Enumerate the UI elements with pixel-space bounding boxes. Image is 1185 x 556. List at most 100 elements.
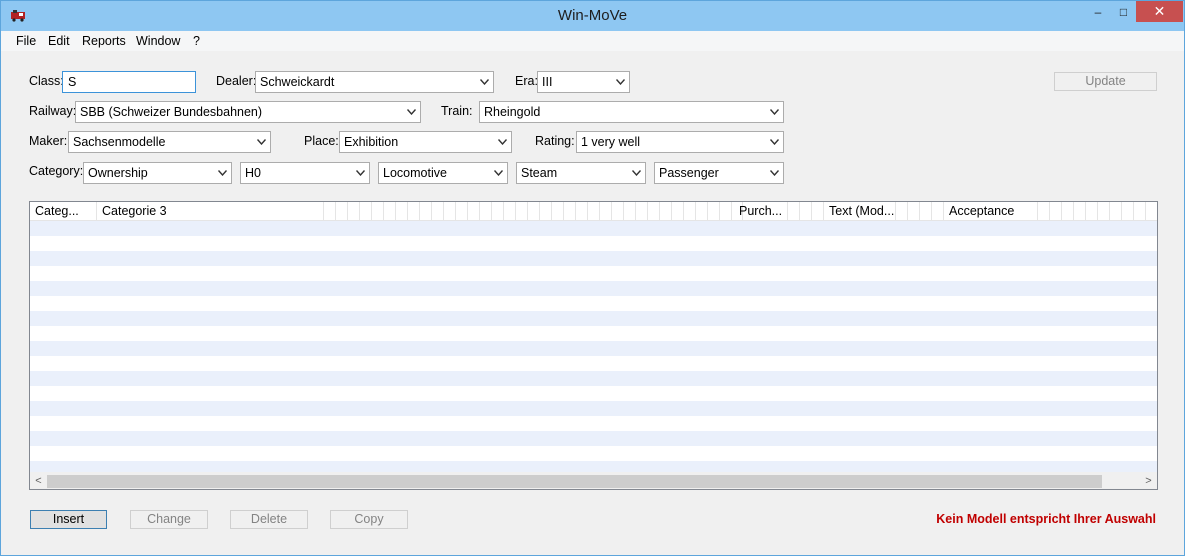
column-header-text-mod[interactable]: Text (Mod... <box>824 202 896 221</box>
minimize-button[interactable]: – <box>1085 1 1111 22</box>
chevron-down-icon <box>494 170 503 176</box>
column-header[interactable] <box>660 202 672 221</box>
column-header[interactable] <box>516 202 528 221</box>
scrollbar-thumb[interactable] <box>47 475 1102 488</box>
column-header[interactable] <box>1086 202 1098 221</box>
column-header[interactable] <box>788 202 800 221</box>
column-header-purch[interactable]: Purch... <box>734 202 788 221</box>
railway-select[interactable]: SBB (Schweizer Bundesbahnen) <box>75 101 421 123</box>
table-row[interactable] <box>30 311 1157 326</box>
table-row[interactable] <box>30 371 1157 386</box>
column-header[interactable] <box>708 202 720 221</box>
column-header[interactable] <box>480 202 492 221</box>
menu-edit[interactable]: Edit <box>48 34 70 48</box>
column-header-categ[interactable]: Categ... <box>30 202 97 221</box>
category-select-5[interactable]: Passenger <box>654 162 784 184</box>
column-header[interactable] <box>908 202 920 221</box>
column-header[interactable] <box>576 202 588 221</box>
menu-window[interactable]: Window <box>136 34 180 48</box>
column-header[interactable] <box>1074 202 1086 221</box>
column-header[interactable] <box>384 202 396 221</box>
column-header[interactable] <box>456 202 468 221</box>
column-header[interactable] <box>932 202 944 221</box>
column-header[interactable] <box>492 202 504 221</box>
rating-select[interactable]: 1 very well <box>576 131 784 153</box>
column-header[interactable] <box>1050 202 1062 221</box>
column-header[interactable] <box>528 202 540 221</box>
class-input[interactable]: S <box>62 71 196 93</box>
menu-help[interactable]: ? <box>193 34 200 48</box>
dealer-select[interactable]: Schweickardt <box>255 71 494 93</box>
column-header[interactable] <box>360 202 372 221</box>
column-header[interactable] <box>588 202 600 221</box>
column-header[interactable] <box>600 202 612 221</box>
column-header[interactable] <box>336 202 348 221</box>
column-header-categorie-3[interactable]: Categorie 3 <box>97 202 324 221</box>
column-header[interactable] <box>348 202 360 221</box>
column-header[interactable] <box>468 202 480 221</box>
column-header[interactable] <box>636 202 648 221</box>
place-select[interactable]: Exhibition <box>339 131 512 153</box>
category-select-3[interactable]: Locomotive <box>378 162 508 184</box>
column-header[interactable] <box>432 202 444 221</box>
category-select-2[interactable]: H0 <box>240 162 370 184</box>
title-bar[interactable]: Win-MoVe – □ ✕ <box>1 1 1184 31</box>
column-header[interactable] <box>720 202 732 221</box>
category-select-4[interactable]: Steam <box>516 162 646 184</box>
category-value-2: H0 <box>245 166 261 180</box>
close-button[interactable]: ✕ <box>1136 1 1183 22</box>
column-header[interactable] <box>396 202 408 221</box>
menu-reports[interactable]: Reports <box>82 34 126 48</box>
column-header[interactable] <box>1134 202 1146 221</box>
column-header-acceptance[interactable]: Acceptance <box>944 202 1038 221</box>
column-header[interactable] <box>444 202 456 221</box>
column-header[interactable] <box>896 202 908 221</box>
maker-select[interactable]: Sachsenmodelle <box>68 131 271 153</box>
maximize-button[interactable]: □ <box>1111 1 1136 22</box>
column-header[interactable] <box>624 202 636 221</box>
column-header[interactable] <box>504 202 516 221</box>
column-header[interactable] <box>1098 202 1110 221</box>
column-header[interactable] <box>1062 202 1074 221</box>
column-header[interactable] <box>812 202 824 221</box>
menu-file[interactable]: File <box>16 34 36 48</box>
table-row[interactable] <box>30 401 1157 416</box>
column-header[interactable] <box>564 202 576 221</box>
column-header[interactable] <box>1146 202 1157 221</box>
table-row[interactable] <box>30 251 1157 266</box>
table-row[interactable] <box>30 341 1157 356</box>
table-row[interactable] <box>30 221 1157 236</box>
table-row[interactable] <box>30 431 1157 446</box>
column-header[interactable] <box>612 202 624 221</box>
column-header[interactable] <box>920 202 932 221</box>
models-table[interactable]: Categ... Categorie 3 Purch... Text (Mod.… <box>29 201 1158 490</box>
era-select[interactable]: III <box>537 71 630 93</box>
column-header[interactable] <box>324 202 336 221</box>
category-label: Category: <box>29 164 84 178</box>
column-header[interactable] <box>420 202 432 221</box>
copy-button[interactable]: Copy <box>330 510 408 529</box>
scroll-left-icon[interactable]: < <box>30 474 47 489</box>
horizontal-scrollbar[interactable]: < > <box>30 472 1157 489</box>
update-button[interactable]: Update <box>1054 72 1157 91</box>
column-header[interactable] <box>540 202 552 221</box>
insert-button[interactable]: Insert <box>30 510 107 529</box>
column-header[interactable] <box>408 202 420 221</box>
delete-button[interactable]: Delete <box>230 510 308 529</box>
train-select[interactable]: Rheingold <box>479 101 784 123</box>
change-button[interactable]: Change <box>130 510 208 529</box>
column-header[interactable] <box>684 202 696 221</box>
column-header[interactable] <box>672 202 684 221</box>
column-header[interactable] <box>1110 202 1122 221</box>
column-header[interactable] <box>1122 202 1134 221</box>
category-select-1[interactable]: Ownership <box>83 162 232 184</box>
column-header[interactable] <box>1038 202 1050 221</box>
train-value: Rheingold <box>484 105 541 119</box>
table-row[interactable] <box>30 281 1157 296</box>
column-header[interactable] <box>800 202 812 221</box>
column-header[interactable] <box>696 202 708 221</box>
scroll-right-icon[interactable]: > <box>1140 474 1157 489</box>
column-header[interactable] <box>552 202 564 221</box>
column-header[interactable] <box>372 202 384 221</box>
column-header[interactable] <box>648 202 660 221</box>
